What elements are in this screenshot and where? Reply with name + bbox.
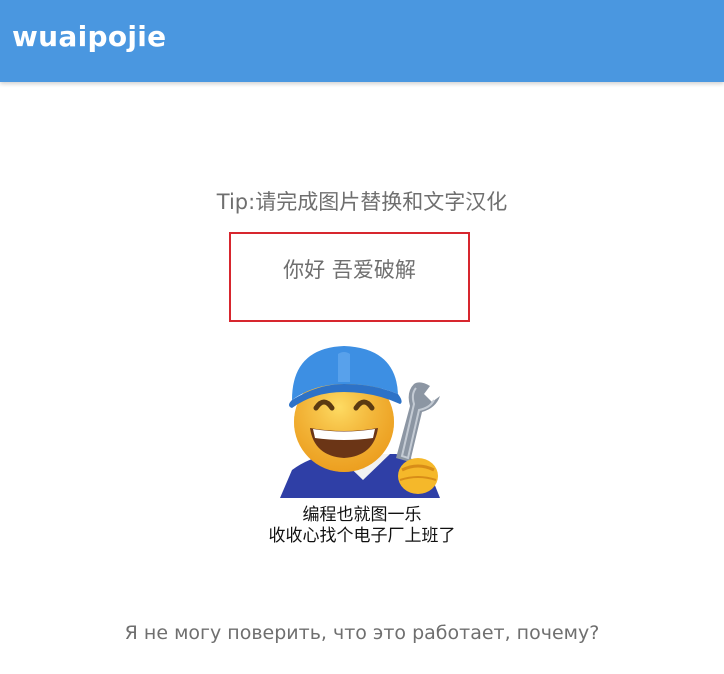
tip-text: Tip:请完成图片替换和文字汉化 [216,190,508,214]
app-title: wuaipojie [12,20,167,53]
smiling-worker-icon [280,346,440,498]
meme-caption: 编程也就图一乐 收收心找个电子厂上班了 [0,505,724,547]
russian-text: Я не могу поверить, что это работает, по… [124,622,600,644]
greeting-text: 你好 吾爱破解 [283,258,416,282]
caption-line-1: 编程也就图一乐 [302,505,422,525]
caption-line-2: 收收心找个电子厂上班了 [268,526,456,546]
app-bar: wuaipojie [0,0,724,82]
worker-emoji-image [278,330,448,500]
